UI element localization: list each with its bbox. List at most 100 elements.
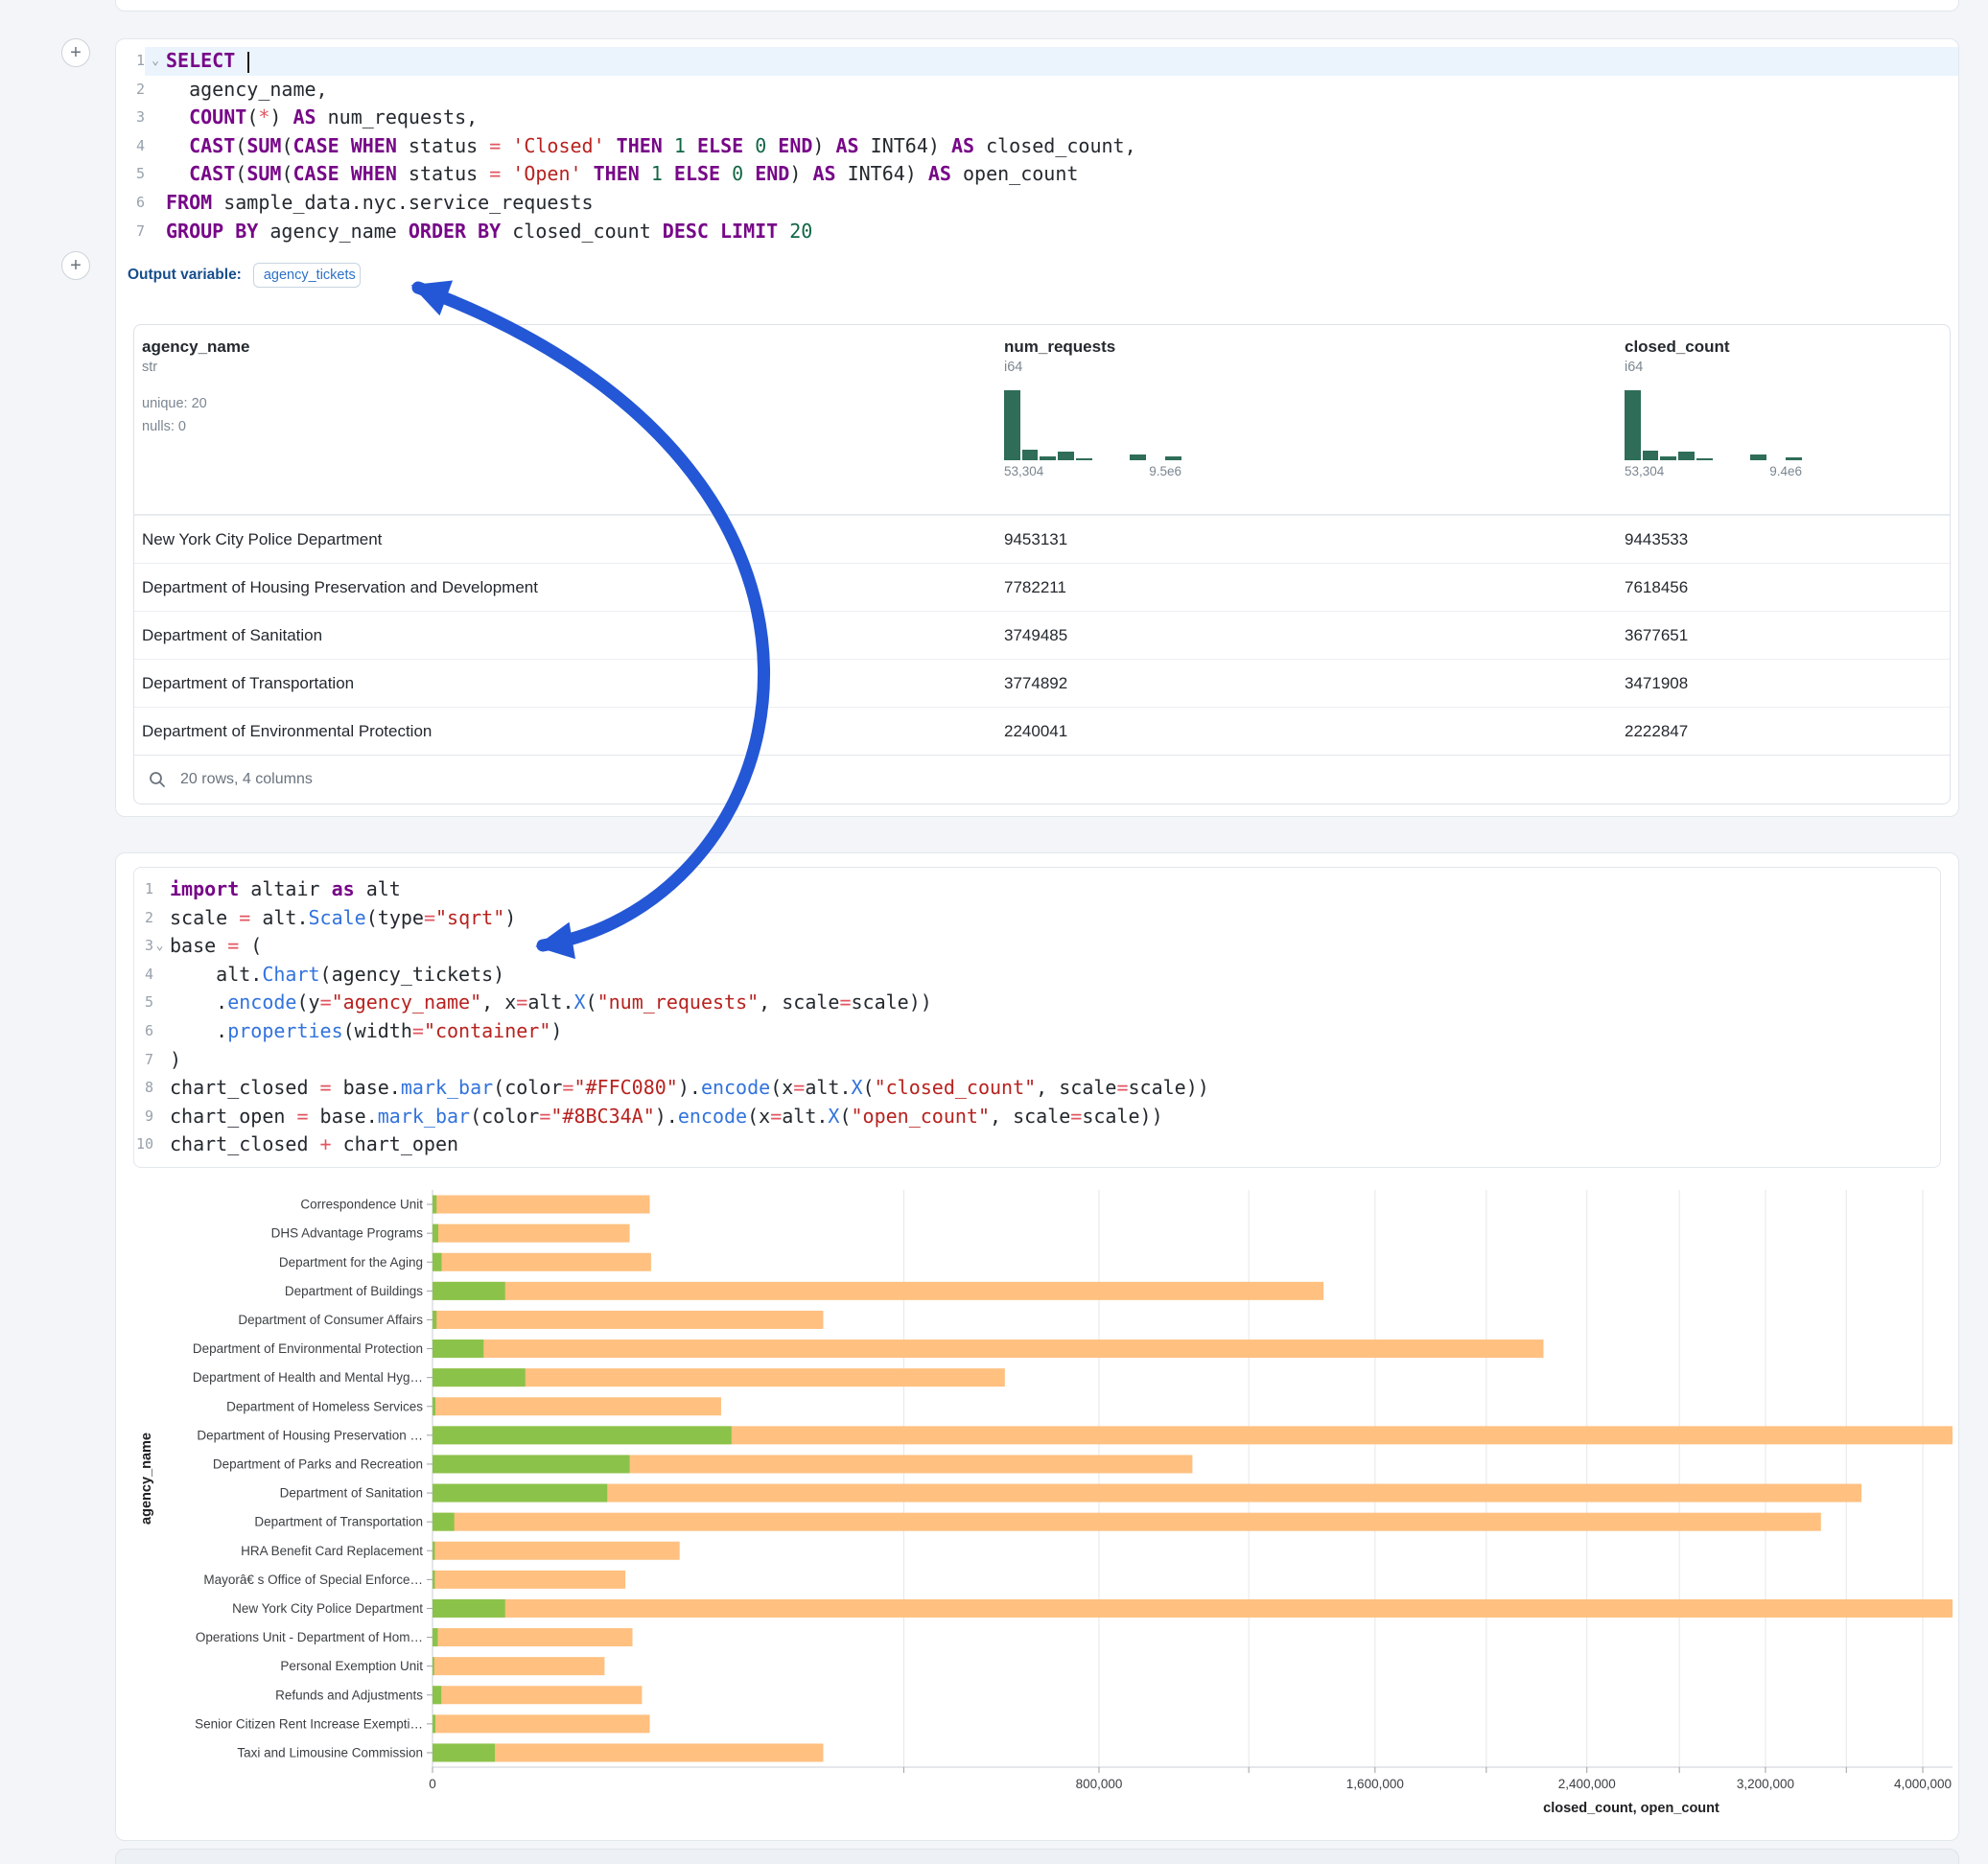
table-row[interactable]: Department of Transportation377489234719…	[134, 659, 1950, 707]
x-axis-title: closed_count, open_count	[1543, 1801, 1719, 1816]
sql-cell: 1⌄SELECT 2 agency_name,3 COUNT(*) AS num…	[115, 38, 1959, 817]
y-axis-label: Department of Homeless Services	[226, 1399, 423, 1413]
table-row[interactable]: New York City Police Department945313194…	[134, 515, 1950, 563]
code-line[interactable]: 5 .encode(y="agency_name", x=alt.X("num_…	[134, 989, 1940, 1017]
gutter-spacer	[145, 132, 166, 161]
dataframe-footer: 20 rows, 4 columns	[134, 755, 1950, 804]
y-axis-label: New York City Police Department	[232, 1601, 423, 1616]
code-text: import altair as alt	[166, 875, 1940, 904]
code-text: .encode(y="agency_name", x=alt.X("num_re…	[166, 989, 1940, 1017]
line-number: 7	[134, 1046, 153, 1075]
table-row[interactable]: Department of Environmental Protection22…	[134, 707, 1950, 755]
column-name: num_requests	[1004, 338, 1625, 357]
table-cell: Department of Housing Preservation and D…	[134, 578, 1004, 597]
bar-open_count	[433, 1282, 505, 1300]
bar-open_count	[433, 1571, 434, 1589]
code-text: SELECT	[166, 47, 1958, 76]
sql-editor[interactable]: 1⌄SELECT 2 agency_name,3 COUNT(*) AS num…	[116, 39, 1958, 245]
column-histogram	[1625, 390, 1802, 460]
histogram-bar	[1130, 454, 1146, 460]
bar-closed_count	[433, 1571, 625, 1589]
code-line[interactable]: 7)	[134, 1046, 1940, 1075]
line-number: 2	[134, 904, 153, 933]
table-cell: 2240041	[1004, 722, 1625, 741]
code-text: agency_name,	[166, 76, 1958, 105]
table-row[interactable]: Department of Sanitation37494853677651	[134, 611, 1950, 659]
altair-chart-output: Correspondence UnitDHS Advantage Program…	[116, 1170, 1960, 1841]
y-axis-label: Department of Parks and Recreation	[213, 1456, 423, 1471]
dataframe-header: agency_namestrunique: 20nulls: 0num_requ…	[134, 325, 1950, 515]
bar-open_count	[433, 1513, 455, 1531]
code-line[interactable]: 3⌄base = (	[134, 932, 1940, 961]
python-editor[interactable]: 1import altair as alt2scale = alt.Scale(…	[133, 867, 1941, 1168]
bar-closed_count	[433, 1628, 632, 1646]
code-line[interactable]: 2scale = alt.Scale(type="sqrt")	[134, 904, 1940, 933]
dataframe-row-count: 20 rows, 4 columns	[180, 771, 313, 788]
x-axis-label: 3,200,000	[1737, 1777, 1794, 1791]
code-line[interactable]: 1import altair as alt	[134, 875, 1940, 904]
code-text: .properties(width="container")	[166, 1017, 1940, 1046]
code-line[interactable]: 4 CAST(SUM(CASE WHEN status = 'Closed' T…	[116, 132, 1958, 161]
add-cell-button-top[interactable]: +	[61, 38, 90, 67]
table-cell: 7618456	[1625, 578, 1950, 597]
code-line[interactable]: 6 .properties(width="container")	[134, 1017, 1940, 1046]
bar-open_count	[433, 1714, 435, 1733]
code-text: GROUP BY agency_name ORDER BY closed_cou…	[166, 218, 1958, 246]
table-row[interactable]: Department of Housing Preservation and D…	[134, 563, 1950, 611]
line-number: 9	[134, 1103, 153, 1131]
line-number: 8	[134, 1074, 153, 1103]
code-line[interactable]: 8chart_closed = base.mark_bar(color="#FF…	[134, 1074, 1940, 1103]
code-text: FROM sample_data.nyc.service_requests	[166, 189, 1958, 218]
code-line[interactable]: 6FROM sample_data.nyc.service_requests	[116, 189, 1958, 218]
histogram-bar	[1786, 457, 1802, 461]
table-cell: 3749485	[1004, 626, 1625, 645]
previous-cell-stub	[115, 0, 1959, 12]
y-axis-label: Taxi and Limousine Commission	[237, 1745, 423, 1759]
table-cell: Department of Environmental Protection	[134, 722, 1004, 741]
bar-open_count	[433, 1484, 607, 1503]
collapse-chevron-icon[interactable]: ⌄	[153, 932, 166, 961]
line-number: 7	[116, 218, 145, 246]
code-line[interactable]: 3 COUNT(*) AS num_requests,	[116, 104, 1958, 132]
line-number: 5	[134, 989, 153, 1017]
bar-closed_count	[433, 1542, 680, 1560]
gutter-spacer	[153, 1130, 166, 1159]
collapse-chevron-icon[interactable]: ⌄	[145, 47, 166, 76]
code-line[interactable]: 5 CAST(SUM(CASE WHEN status = 'Open' THE…	[116, 160, 1958, 189]
table-cell: 3471908	[1625, 674, 1950, 693]
code-line[interactable]: 1⌄SELECT	[116, 47, 1958, 76]
line-number: 10	[134, 1130, 153, 1159]
search-icon[interactable]	[148, 770, 167, 789]
code-text: alt.Chart(agency_tickets)	[166, 961, 1940, 990]
code-line[interactable]: 7 GROUP BY agency_name ORDER BY closed_co…	[116, 218, 1958, 246]
code-text: chart_open = base.mark_bar(color="#8BC34…	[166, 1103, 1940, 1131]
add-cell-button-output[interactable]: +	[61, 251, 90, 280]
output-variable-chip[interactable]: agency_tickets	[253, 263, 361, 288]
bar-open_count	[433, 1628, 437, 1646]
line-number: 2	[116, 76, 145, 105]
histogram-bar	[1165, 456, 1181, 460]
code-line[interactable]: 9 chart_open = base.mark_bar(color="#8BC3…	[134, 1103, 1940, 1131]
output-variable-label: Output variable:	[128, 267, 242, 284]
bar-closed_count	[433, 1657, 604, 1675]
x-axis-label: 800,000	[1076, 1777, 1123, 1791]
code-line[interactable]: 10chart_closed + chart_open	[134, 1130, 1940, 1159]
histogram-range: 53,3049.4e6	[1625, 464, 1802, 478]
bar-closed_count	[433, 1196, 650, 1214]
output-variable-row: Output variable: agency_tickets	[128, 261, 1958, 290]
text-cursor	[247, 52, 249, 73]
code-line[interactable]: 2 agency_name,	[116, 76, 1958, 105]
table-cell: Department of Sanitation	[134, 626, 1004, 645]
dataframe: agency_namestrunique: 20nulls: 0num_requ…	[133, 324, 1951, 804]
y-axis-label: Department of Housing Preservation …	[197, 1428, 423, 1442]
bar-open_count	[433, 1657, 434, 1675]
code-line[interactable]: 4 alt.Chart(agency_tickets)	[134, 961, 1940, 990]
histogram-bar	[1076, 458, 1092, 460]
next-cell-stub	[115, 1849, 1959, 1864]
gutter-spacer	[153, 1017, 166, 1046]
bar-chart: Correspondence UnitDHS Advantage Program…	[116, 1170, 1960, 1841]
gutter-spacer	[145, 160, 166, 189]
x-axis-label: 2,400,000	[1558, 1777, 1616, 1791]
column-header-num_requests: num_requestsi6453,3049.5e6	[1004, 325, 1625, 514]
gutter-spacer	[153, 1046, 166, 1075]
